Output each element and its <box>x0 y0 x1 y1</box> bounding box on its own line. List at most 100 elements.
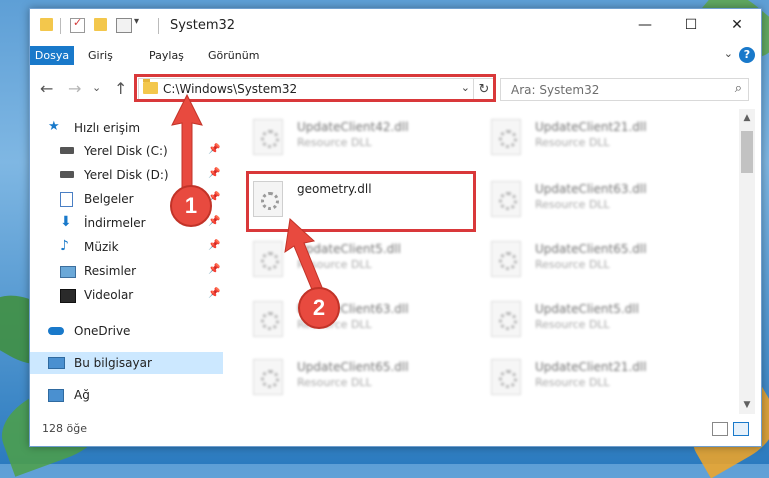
status-bar: 128 öğe <box>30 414 761 444</box>
file-highlight-box <box>246 171 476 232</box>
item-count: 128 öğe <box>42 422 87 435</box>
large-icons-view-icon[interactable] <box>733 422 749 436</box>
sidebar-item-label: Ağ <box>74 388 90 402</box>
sidebar-item-label: Hızlı erişim <box>74 121 141 135</box>
tab-file[interactable]: Dosya <box>30 46 74 65</box>
pointer-arrow-1 <box>171 93 203 196</box>
sidebar-item-label: Resimler <box>84 264 137 278</box>
file-item[interactable]: UpdateClient65.dll Resource DLL <box>253 355 453 401</box>
vertical-scrollbar[interactable]: ▲ ▼ <box>739 109 755 414</box>
file-type: Resource DLL <box>297 376 372 389</box>
file-item[interactable]: UpdateClient21.dll Resource DLL <box>491 115 691 161</box>
search-box[interactable]: ⌕ <box>500 78 749 101</box>
file-name: UpdateClient65.dll <box>535 242 647 256</box>
sidebar-item-label: İndirmeler <box>84 216 146 230</box>
dll-file-icon <box>253 241 283 277</box>
qa-separator <box>60 18 61 34</box>
videos-icon <box>60 289 76 303</box>
dll-file-icon <box>491 301 521 337</box>
forward-button[interactable]: → <box>68 79 81 98</box>
pictures-icon <box>60 266 76 278</box>
pin-icon[interactable]: 📌 <box>208 216 220 227</box>
sidebar-item-label: Belgeler <box>84 192 134 206</box>
new-folder-icon[interactable] <box>94 18 107 31</box>
file-item[interactable]: UpdateClient42.dll Resource DLL <box>253 115 453 161</box>
file-type: Resource DLL <box>535 198 610 211</box>
help-icon[interactable]: ? <box>739 47 755 63</box>
file-name: UpdateClient63.dll <box>535 182 647 196</box>
minimize-button[interactable]: — <box>622 9 668 41</box>
ribbon-expand-icon[interactable]: ⌄ <box>724 47 733 60</box>
star-icon: ★ <box>48 119 60 134</box>
file-name: UpdateClient5.dll <box>535 302 639 316</box>
window-title: System32 <box>170 18 236 33</box>
sidebar-item-label: OneDrive <box>74 324 131 338</box>
pin-icon[interactable]: 📌 <box>208 240 220 251</box>
dll-file-icon <box>491 181 521 217</box>
sidebar-item-label: Yerel Disk (D:) <box>84 168 169 182</box>
scroll-down-icon[interactable]: ▼ <box>739 400 755 410</box>
network-icon <box>48 389 64 402</box>
scroll-up-icon[interactable]: ▲ <box>739 113 755 123</box>
sidebar-item-onedrive[interactable]: OneDrive <box>30 320 223 342</box>
dll-file-icon <box>491 241 521 277</box>
sidebar-item-label: Videolar <box>84 288 134 302</box>
dll-file-icon <box>253 119 283 155</box>
sidebar-item-network[interactable]: Ağ <box>30 384 223 406</box>
drive-icon <box>60 147 74 154</box>
explorer-window: ✓ ▾ System32 — ☐ ✕ Dosya Giriş Paylaş Gö… <box>29 8 762 447</box>
computer-icon <box>48 357 65 369</box>
scroll-thumb[interactable] <box>741 131 753 173</box>
recent-locations-button[interactable]: ⌄ <box>92 81 101 94</box>
search-icon[interactable]: ⌕ <box>735 81 742 96</box>
dll-file-icon <box>253 359 283 395</box>
pin-icon[interactable]: 📌 <box>208 288 220 299</box>
maximize-button[interactable]: ☐ <box>668 9 714 41</box>
cloud-icon <box>48 327 64 335</box>
file-type: Resource DLL <box>535 136 610 149</box>
properties-icon[interactable]: ✓ <box>70 16 85 33</box>
file-type: Resource DLL <box>535 258 610 271</box>
tab-view[interactable]: Görünüm <box>200 46 267 65</box>
back-button[interactable]: ← <box>40 79 53 98</box>
pin-icon[interactable]: 📌 <box>208 264 220 275</box>
sidebar-item-music[interactable]: ♪ Müzik 📌 <box>30 236 223 258</box>
ribbon-tabs: Dosya Giriş Paylaş Görünüm ⌄ ? <box>30 43 761 67</box>
download-icon: ⬇ <box>60 214 72 230</box>
file-name: UpdateClient21.dll <box>535 360 647 374</box>
folder-icon <box>40 18 53 31</box>
sidebar-item-label: Yerel Disk (C:) <box>84 144 168 158</box>
file-item[interactable]: UpdateClient65.dll Resource DLL <box>491 237 691 283</box>
customize-icon[interactable] <box>116 18 132 33</box>
sidebar-item-this-pc[interactable]: Bu bilgisayar <box>30 352 223 374</box>
close-button[interactable]: ✕ <box>714 9 760 41</box>
drive-icon <box>60 171 74 178</box>
dll-file-icon <box>253 301 283 337</box>
file-type: Resource DLL <box>297 136 372 149</box>
documents-icon <box>60 192 73 207</box>
sidebar-item-label: Müzik <box>84 240 119 254</box>
file-item[interactable]: UpdateClient21.dll Resource DLL <box>491 355 691 401</box>
step-badge-2: 2 <box>298 287 340 329</box>
sidebar-item-pictures[interactable]: Resimler 📌 <box>30 260 223 282</box>
search-input[interactable] <box>509 82 723 98</box>
file-name: UpdateClient42.dll <box>297 120 409 134</box>
file-item[interactable]: UpdateClient63.dll Resource DLL <box>491 177 691 223</box>
sidebar-item-label: Bu bilgisayar <box>74 356 152 370</box>
qa-separator <box>158 18 159 34</box>
dll-file-icon <box>491 119 521 155</box>
title-bar: ✓ ▾ System32 — ☐ ✕ <box>30 9 761 41</box>
file-name: UpdateClient21.dll <box>535 120 647 134</box>
tab-share[interactable]: Paylaş <box>141 46 192 65</box>
music-icon: ♪ <box>60 238 69 254</box>
up-button[interactable]: ↑ <box>114 79 127 98</box>
dll-file-icon <box>491 359 521 395</box>
sidebar-item-videos[interactable]: Videolar 📌 <box>30 284 223 306</box>
file-type: Resource DLL <box>535 376 610 389</box>
file-type: Resource DLL <box>535 318 610 331</box>
tab-home[interactable]: Giriş <box>80 46 121 65</box>
qa-dropdown-icon[interactable]: ▾ <box>134 16 139 32</box>
details-view-icon[interactable] <box>712 422 728 436</box>
step-badge-1: 1 <box>170 185 212 227</box>
file-item[interactable]: UpdateClient5.dll Resource DLL <box>491 297 691 343</box>
